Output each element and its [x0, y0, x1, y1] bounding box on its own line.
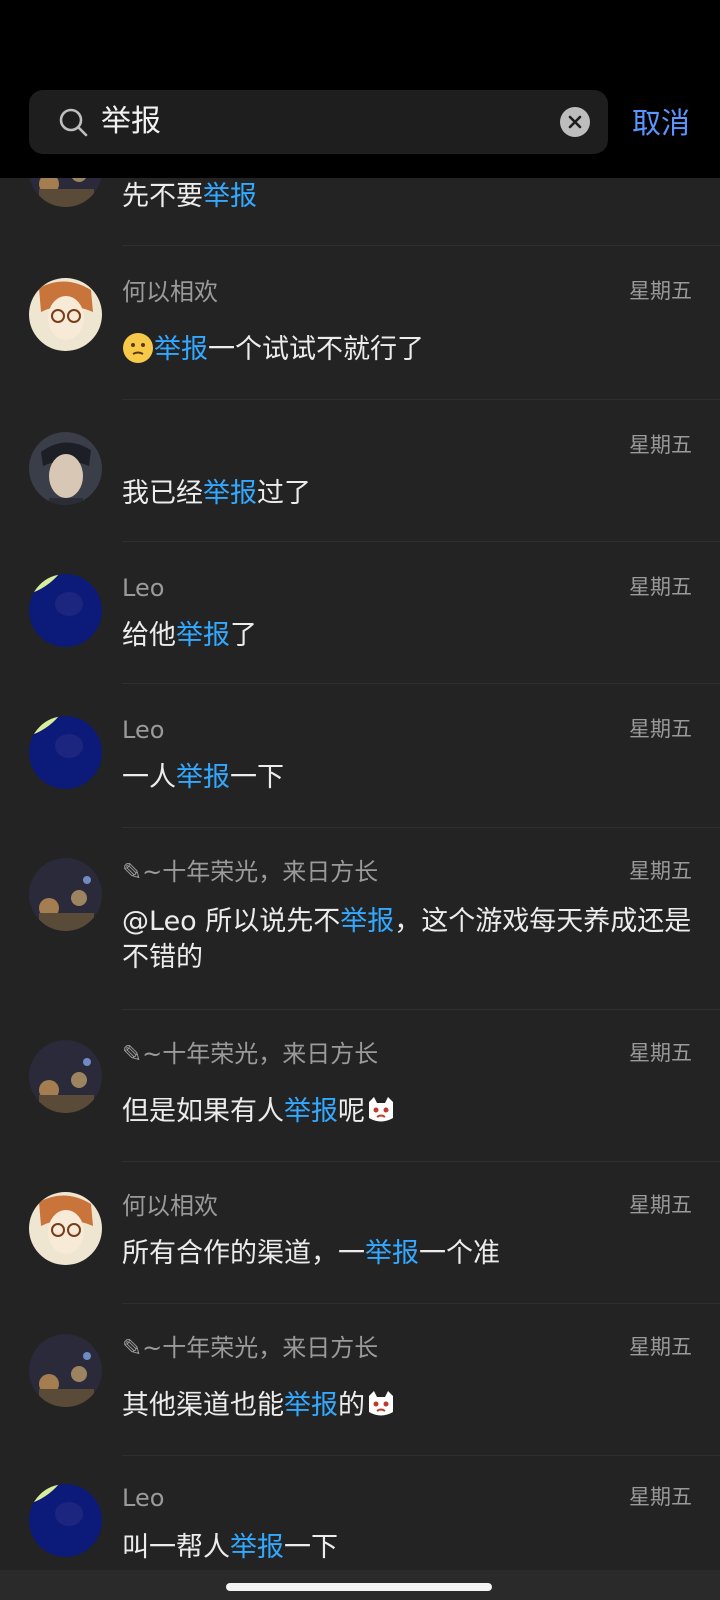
message-time: 星期五	[629, 279, 692, 303]
sender-name: Leo	[122, 1484, 165, 1512]
list-item[interactable]: 何以相欢 星期五 所有合作的渠道，一举报一个准	[0, 1162, 720, 1304]
avatar[interactable]	[29, 1192, 102, 1265]
list-item[interactable]: Leo 星期五 一人举报一下	[0, 684, 720, 828]
message-time: 星期五	[629, 433, 692, 457]
message-time: 星期五	[629, 859, 692, 883]
list-item[interactable]: Leo 星期五 给他举报了	[0, 542, 720, 684]
list-item[interactable]: Leo 星期五 叫一帮人举报一下	[0, 1456, 720, 1576]
clear-icon[interactable]	[559, 106, 591, 138]
message-text: 但是如果有人举报呢	[122, 1094, 692, 1130]
message-time: 星期五	[629, 1485, 692, 1509]
message-text: 叫一帮人举报一下	[122, 1532, 338, 1563]
avatar[interactable]	[29, 432, 102, 505]
cat-emoji-icon	[365, 1094, 397, 1126]
navigation-bar	[0, 1570, 720, 1600]
list-item[interactable]: ✎~十年荣光，来日方长 星期五 但是如果有人举报呢	[0, 1010, 720, 1162]
search-query: 举报	[101, 104, 161, 139]
avatar[interactable]	[29, 858, 102, 931]
sender-name: Leo	[122, 574, 165, 602]
avatar[interactable]	[29, 574, 102, 647]
list-item[interactable]: 星期五 我已经举报过了	[0, 400, 720, 542]
avatar[interactable]	[29, 278, 102, 351]
message-time: 星期五	[629, 717, 692, 741]
message-text: 一人举报一下	[122, 762, 284, 793]
cancel-button[interactable]: 取消	[632, 104, 690, 142]
message-text: 给他举报了	[122, 620, 257, 651]
sender-name: ✎~十年荣光，来日方长	[122, 1334, 379, 1362]
list-item[interactable]: ✎~十年荣光，来日方长 星期五 其他渠道也能举报的	[0, 1304, 720, 1456]
list-item[interactable]: 何以相欢 星期五 举报一个试试不就行了	[0, 246, 720, 400]
message-time: 星期五	[629, 1335, 692, 1359]
sender-name: 何以相欢	[122, 278, 218, 306]
search-input[interactable]: 举报	[29, 90, 608, 154]
message-text: @Leo 所以说先不举报，这个游戏每天养成还是不错的	[122, 906, 692, 973]
sender-name: Leo	[122, 716, 165, 744]
avatar[interactable]	[29, 716, 102, 789]
search-icon	[57, 106, 89, 138]
message-text: 举报一个试试不就行了	[122, 332, 692, 368]
search-header: 举报 取消	[0, 0, 720, 178]
message-text: 其他渠道也能举报的	[122, 1388, 692, 1424]
search-results-list: 先不要举报 何以相欢 星期五 举报一个试试不就行了 星期五 我已经举报过了 Le…	[0, 0, 720, 1600]
sender-name: ✎~十年荣光，来日方长	[122, 1040, 379, 1068]
message-text: 我已经举报过了	[122, 478, 311, 509]
message-time: 星期五	[629, 1193, 692, 1217]
list-item[interactable]: ✎~十年荣光，来日方长 星期五 @Leo 所以说先不举报，这个游戏每天养成还是不…	[0, 828, 720, 1010]
cat-emoji-icon	[365, 1388, 397, 1420]
home-indicator[interactable]	[226, 1583, 492, 1591]
message-time: 星期五	[629, 575, 692, 599]
smiley-emoji-icon	[122, 332, 154, 364]
avatar[interactable]	[29, 1040, 102, 1113]
message-text: 所有合作的渠道，一举报一个准	[122, 1238, 500, 1269]
sender-name: ✎~十年荣光，来日方长	[122, 858, 379, 886]
message-time: 星期五	[629, 1041, 692, 1065]
sender-name: 何以相欢	[122, 1192, 218, 1220]
avatar[interactable]	[29, 1334, 102, 1407]
message-text: 先不要举报	[122, 181, 257, 212]
avatar[interactable]	[29, 1484, 102, 1557]
